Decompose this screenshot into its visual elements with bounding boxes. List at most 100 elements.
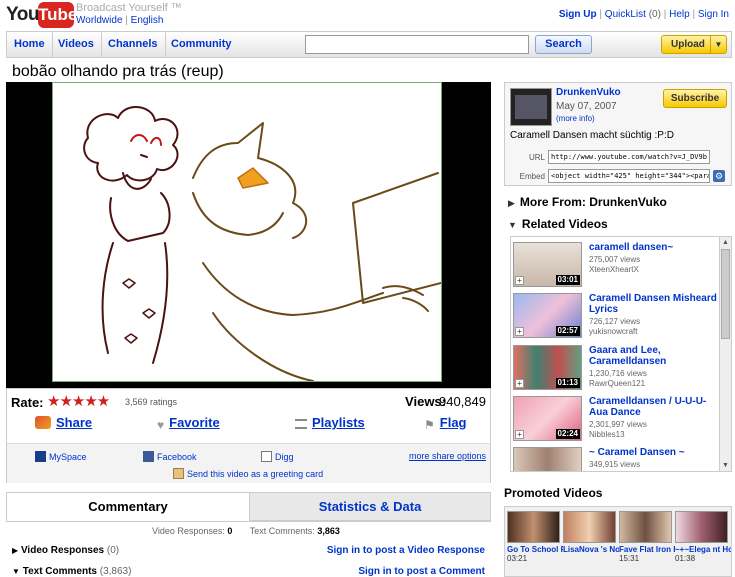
- scroll-thumb[interactable]: [721, 249, 730, 339]
- scroll-down-icon[interactable]: ▼: [720, 460, 731, 471]
- search-input[interactable]: [305, 35, 529, 54]
- video-responses-heading: Video Responses: [20, 545, 105, 556]
- list-item[interactable]: ~ Caramel Dansen ~ 349,915 views: [513, 447, 719, 471]
- post-video-response-link[interactable]: Sign in to post a Video Response: [327, 545, 485, 556]
- related-scrollbar[interactable]: ▲ ▼: [719, 237, 731, 471]
- video-title-link[interactable]: ~ Caramel Dansen ~: [589, 447, 719, 458]
- list-item[interactable]: + 03:01 caramell dansen~ 275,007 views X…: [513, 242, 718, 292]
- expand-triangle-icon: ▶: [12, 546, 19, 555]
- video-thumbnail[interactable]: + 02:57: [513, 293, 582, 338]
- uploader-name[interactable]: XteenXheartX: [589, 265, 639, 274]
- subscribe-button[interactable]: Subscribe: [663, 89, 727, 108]
- duration: 01:13: [555, 378, 580, 388]
- video-frame: [52, 82, 442, 382]
- video-title-link[interactable]: Caramell Dansen Misheard Lyrics: [589, 293, 719, 315]
- uploader-name[interactable]: yukisnowcraft: [589, 327, 637, 336]
- video-thumbnail[interactable]: [563, 511, 616, 543]
- url-field[interactable]: http://www.youtube.com/watch?v=J_DV9b: [548, 150, 710, 164]
- video-title-link[interactable]: Fave Flat Iron Breakdown n: [619, 545, 675, 554]
- share-button[interactable]: Share: [35, 415, 92, 430]
- promoted-videos: Go To School PSA 03:21 LisaNova 's Non-C…: [504, 506, 732, 577]
- logo-you-text: You: [6, 4, 39, 25]
- help-link[interactable]: Help: [669, 9, 690, 20]
- url-label: URL: [528, 153, 545, 162]
- list-item[interactable]: + 02:24 Caramelldansen / U-U-U-Aua Dance…: [513, 396, 718, 446]
- card-icon: [173, 468, 184, 479]
- scroll-up-icon[interactable]: ▲: [720, 237, 731, 248]
- post-comment-link[interactable]: Sign in to post a Comment: [358, 566, 485, 577]
- playlist-icon: [295, 419, 307, 429]
- chevron-down-icon[interactable]: ▼: [710, 36, 726, 53]
- video-thumbnail[interactable]: [507, 511, 560, 543]
- rating-stars[interactable]: ★★★★★: [47, 392, 110, 410]
- more-share-options-link[interactable]: more share options: [409, 451, 486, 461]
- myspace-link[interactable]: MySpace: [35, 451, 87, 462]
- video-thumbnail[interactable]: + 01:13: [513, 345, 582, 390]
- uploader-link[interactable]: DrunkenVuko: [556, 87, 621, 98]
- flag-button[interactable]: ⚑ Flag: [424, 415, 467, 432]
- tab-videos[interactable]: Videos: [51, 32, 102, 57]
- facebook-link[interactable]: Facebook: [143, 451, 197, 462]
- greeting-card-link[interactable]: Send this video as a greeting card: [173, 468, 323, 479]
- video-title-link[interactable]: Caramelldansen / U-U-U-Aua Dance: [589, 396, 719, 418]
- text-comments-value: 3,863: [317, 526, 340, 536]
- tab-community[interactable]: Community: [164, 32, 239, 57]
- uploader-name[interactable]: Nibbles13: [589, 430, 625, 439]
- quicklist-link[interactable]: QuickList: [605, 9, 646, 20]
- video-responses-section[interactable]: ▶ Video Responses (0): [12, 545, 119, 556]
- gear-icon[interactable]: ⚙: [713, 170, 725, 182]
- upload-button[interactable]: Upload ▼: [661, 35, 727, 54]
- heart-icon: ♥: [157, 418, 165, 432]
- add-icon[interactable]: +: [515, 327, 524, 336]
- collapse-triangle-icon: ▼: [508, 220, 517, 230]
- list-item[interactable]: + 02:57 Caramell Dansen Misheard Lyrics …: [513, 293, 718, 343]
- video-drawing: [83, 106, 442, 382]
- more-info-link[interactable]: (more info): [556, 114, 595, 123]
- digg-link[interactable]: Digg: [261, 451, 294, 462]
- youtube-logo[interactable]: You Tube: [6, 2, 77, 28]
- video-thumbnail[interactable]: + 02:24: [513, 396, 582, 441]
- embed-field[interactable]: <object width="425" height="344"><param: [548, 169, 710, 183]
- list-item[interactable]: + 01:13 Gaara and Lee, Caramelldansen 1,…: [513, 345, 718, 395]
- playlists-button[interactable]: Playlists: [295, 415, 365, 430]
- country-link[interactable]: Worldwide: [76, 15, 123, 26]
- add-icon[interactable]: +: [515, 379, 524, 388]
- video-title-link[interactable]: Gaara and Lee, Caramelldansen: [589, 345, 719, 367]
- sign-up-link[interactable]: Sign Up: [559, 9, 597, 20]
- tab-channels[interactable]: Channels: [101, 32, 166, 57]
- favorite-button[interactable]: ♥ Favorite: [157, 415, 220, 432]
- list-item[interactable]: Go To School PSA 03:21: [507, 511, 563, 563]
- uploader-name[interactable]: RawrQueen121: [589, 379, 645, 388]
- search-button[interactable]: Search: [535, 35, 592, 54]
- uploader-avatar[interactable]: [510, 88, 552, 126]
- language-link[interactable]: English: [131, 15, 164, 26]
- video-title-link[interactable]: Go To School PSA: [507, 545, 563, 554]
- video-player[interactable]: [6, 82, 491, 388]
- video-info-box: DrunkenVuko May 07, 2007 (more info) Sub…: [504, 82, 732, 186]
- related-videos-heading[interactable]: ▼ Related Videos: [508, 217, 608, 231]
- info-tabs: Commentary Statistics & Data: [6, 492, 491, 522]
- tab-home[interactable]: Home: [7, 32, 53, 57]
- video-title-link[interactable]: ~+~Elega nt Holiday Hair...: [675, 545, 731, 554]
- list-item[interactable]: LisaNova 's Non-Corp orat...: [563, 511, 619, 554]
- playlists-label: Playlists: [312, 415, 365, 430]
- video-title-link[interactable]: caramell dansen~: [589, 242, 719, 253]
- sign-in-link[interactable]: Sign In: [698, 9, 729, 20]
- add-icon[interactable]: +: [515, 430, 524, 439]
- more-from-heading[interactable]: ▶ More From: DrunkenVuko: [508, 195, 667, 209]
- add-icon[interactable]: +: [515, 276, 524, 285]
- list-item[interactable]: Fave Flat Iron Breakdown n 15:31: [619, 511, 675, 563]
- video-thumbnail[interactable]: + 03:01: [513, 242, 582, 287]
- video-responses-value: 0: [227, 526, 233, 536]
- tab-statistics[interactable]: Statistics & Data: [249, 493, 490, 521]
- video-thumbnail[interactable]: [619, 511, 672, 543]
- video-description: Caramell Dansen macht süchtig :P:D: [510, 130, 674, 141]
- video-thumbnail[interactable]: [513, 447, 582, 471]
- text-comments-section[interactable]: ▼ Text Comments (3,863): [12, 566, 131, 577]
- video-title-link[interactable]: LisaNova 's Non-Corp orat...: [563, 545, 619, 554]
- list-item[interactable]: ~+~Elega nt Holiday Hair... 01:38: [675, 511, 731, 563]
- video-thumbnail[interactable]: [675, 511, 728, 543]
- tab-commentary[interactable]: Commentary: [7, 493, 249, 521]
- myspace-icon: [35, 451, 46, 462]
- flag-label: Flag: [439, 415, 467, 430]
